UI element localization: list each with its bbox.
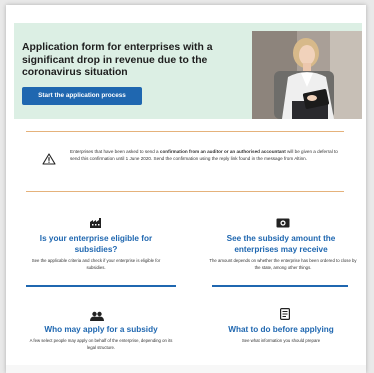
page-footer-edge [6,365,366,373]
hero-banner: Application form for enterprises with a … [14,23,362,119]
money-icon [276,215,290,233]
warning-icon [42,152,56,165]
card-who-may-apply-title[interactable]: Who may apply for a subsidy [26,325,176,336]
page: Application form for enterprises with a … [6,5,366,373]
card-subsidy-amount-underline [212,285,348,287]
card-before-applying-title[interactable]: What to do before applying [211,325,351,336]
start-application-button[interactable]: Start the application process [22,87,142,105]
hero-title: Application form for enterprises with a … [22,42,213,78]
card-before-applying-description: See what information you should prepare [241,338,321,343]
divider-top [26,131,344,132]
factory-icon [90,215,102,233]
card-eligibility-title[interactable]: Is your enterprise eligible for subsidie… [26,234,166,255]
checklist-icon [280,307,291,325]
notice-text: Enterprises that have been asked to send… [70,148,340,162]
notice-text-bold: confirmation from an auditor or an autho… [159,149,286,154]
card-eligibility-description: See the applicable criteria and check if… [31,258,161,270]
people-icon [90,308,104,326]
hero-photo-illustration [252,31,362,119]
notice-text-before: Enterprises that have been asked to send… [70,149,160,154]
card-eligibility-underline [26,285,176,287]
divider-bottom [26,191,344,192]
card-who-may-apply-description: A few select people may apply on behalf … [29,338,173,350]
hero-photo [252,31,362,119]
card-subsidy-amount-description: The amount depends on whether the enterp… [209,258,357,270]
card-subsidy-amount-title[interactable]: See the subsidy amount the enterprises m… [206,234,356,255]
